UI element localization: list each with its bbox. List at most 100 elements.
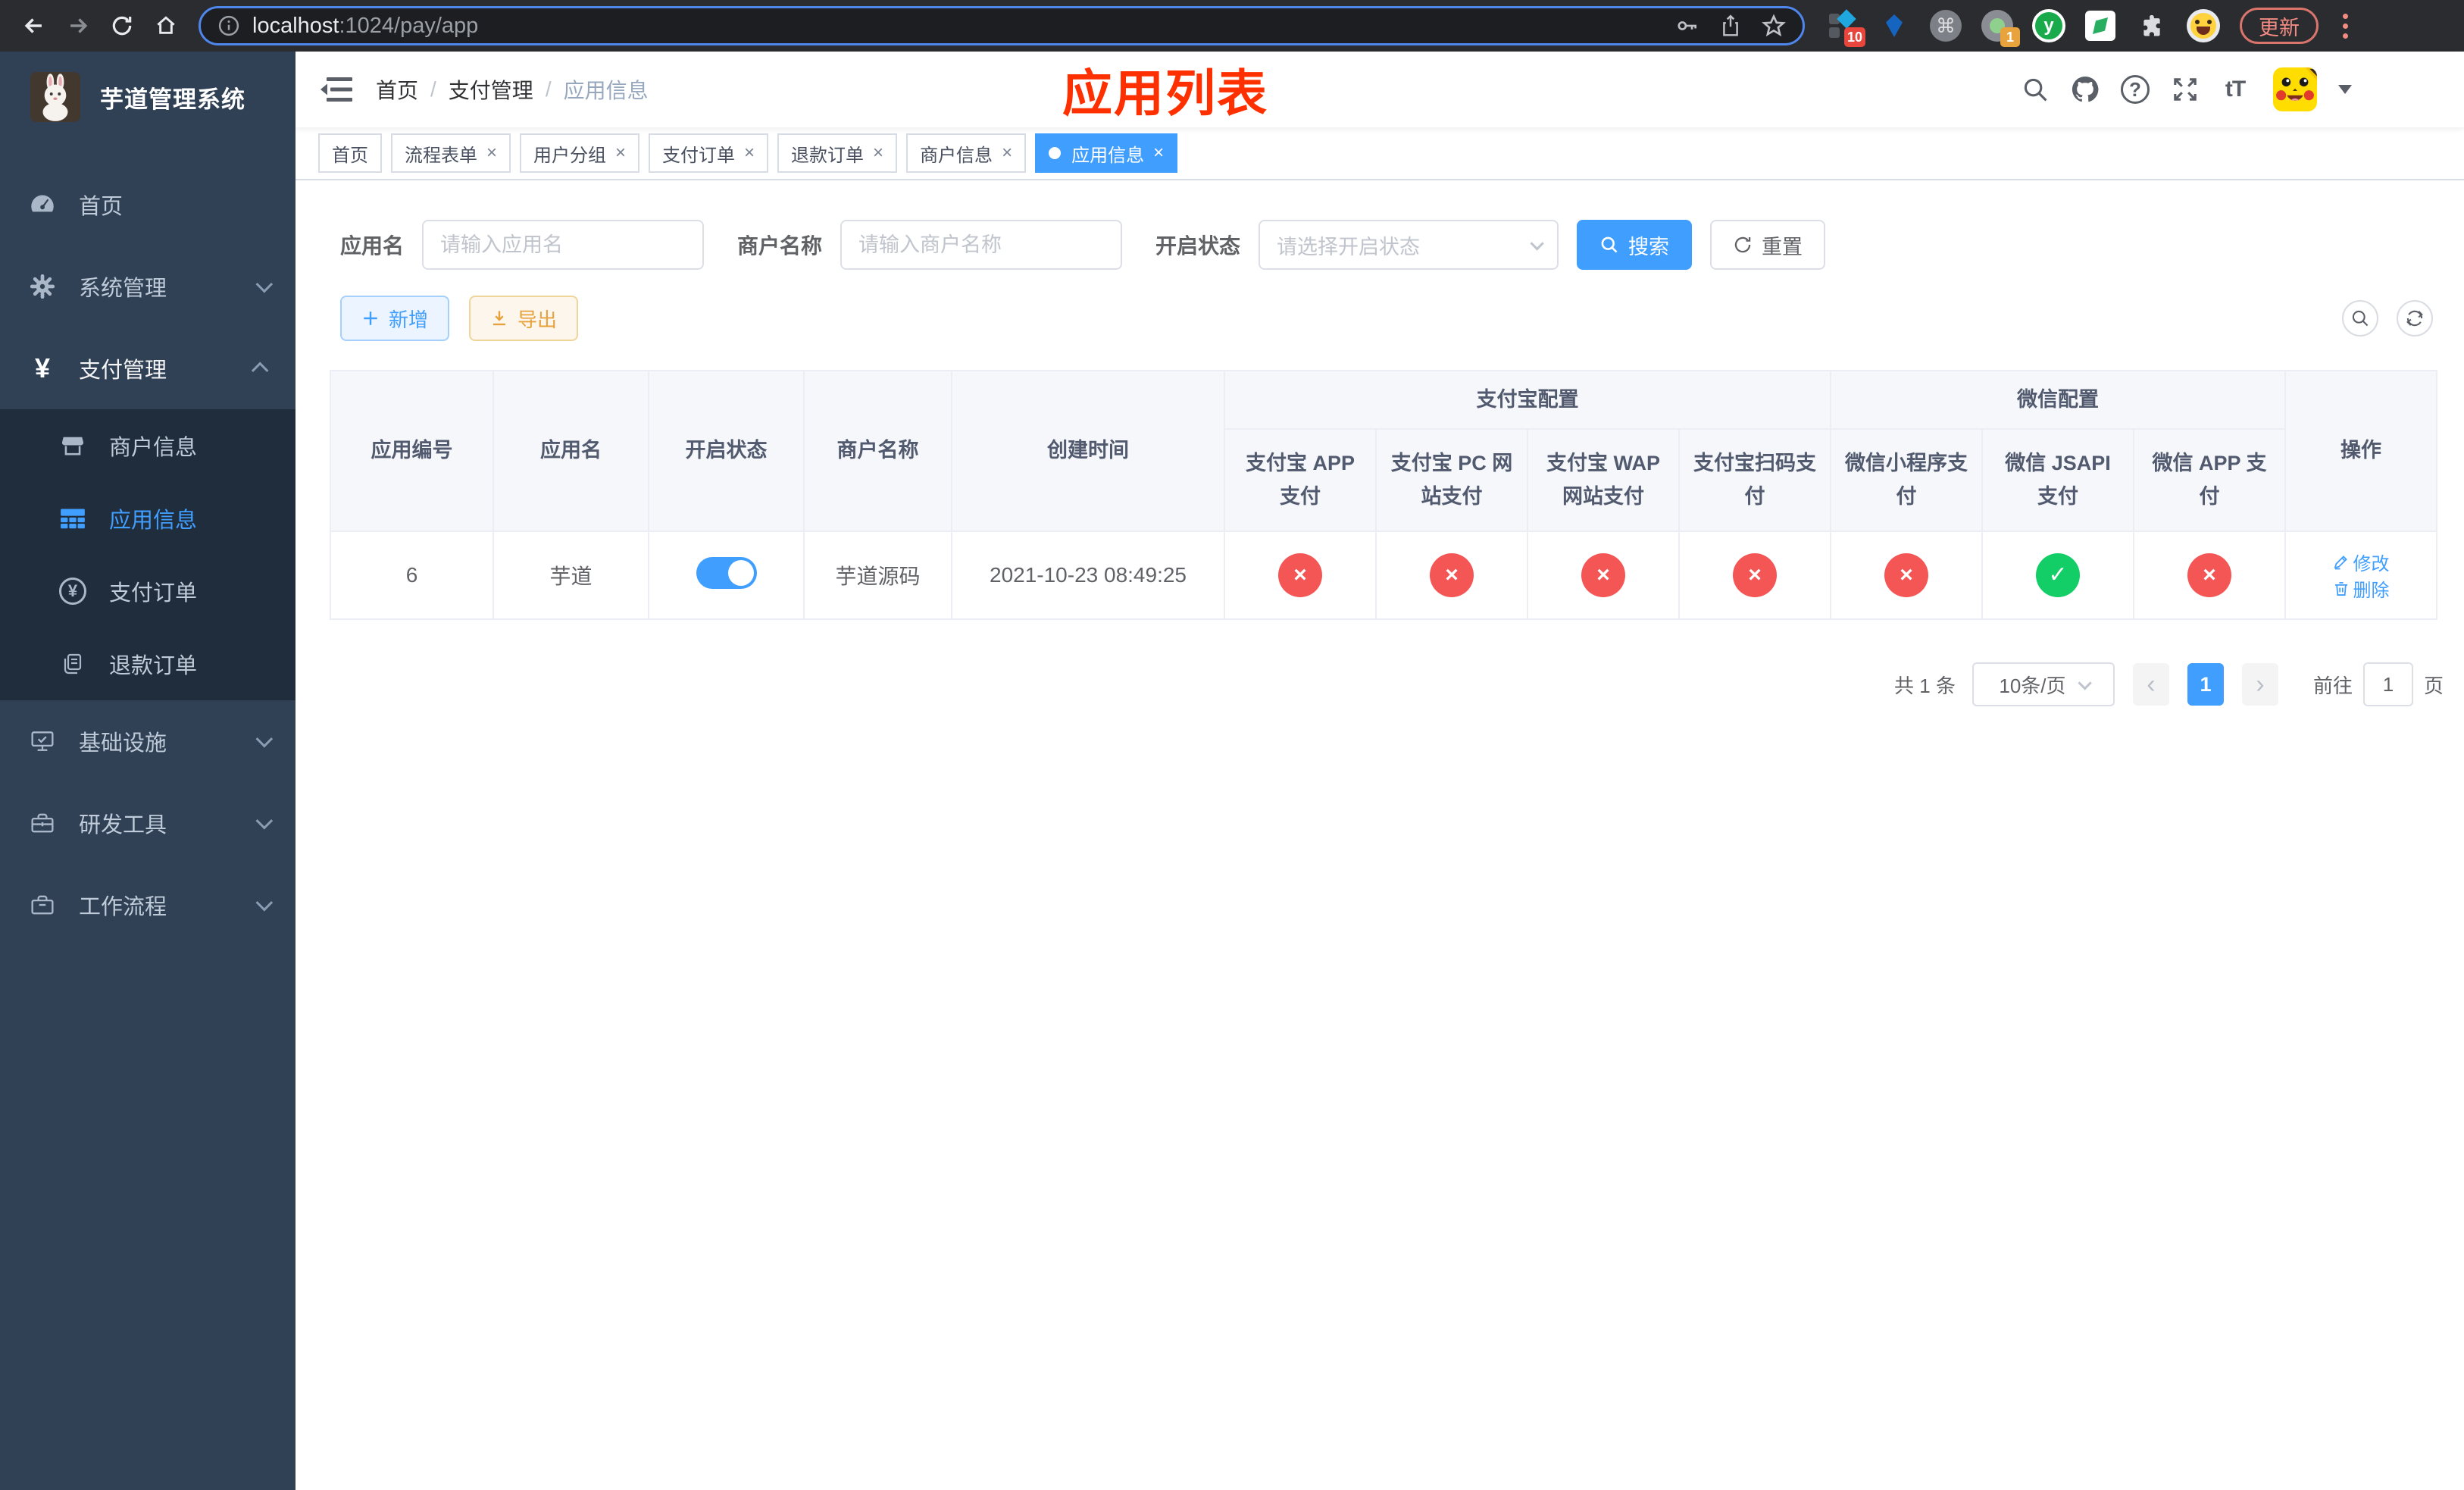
question-icon: ?	[2121, 75, 2150, 104]
tab-refund-orders[interactable]: 退款订单 ×	[777, 133, 898, 173]
cell-merchant: 芋道源码	[803, 531, 952, 620]
browser-reload-button[interactable]	[100, 6, 144, 45]
screen: localhost:1024/pay/app 10 ⌘ 1 y 更新 芋道管理系…	[0, 0, 2464, 1490]
sidebar-item-merchant-info[interactable]: 商户信息	[0, 409, 295, 482]
close-icon[interactable]: ×	[1002, 142, 1012, 164]
pagination-total: 共 1 条	[1894, 674, 1956, 697]
delete-button[interactable]: 删除	[2333, 575, 2390, 602]
tab-home[interactable]: 首页	[318, 133, 382, 173]
tab-user-group[interactable]: 用户分组 ×	[520, 133, 640, 173]
extensions-puzzle-icon[interactable]	[2135, 9, 2169, 42]
site-info-icon[interactable]	[217, 14, 240, 37]
sidebar-item-infrastructure[interactable]: 基础设施	[0, 700, 295, 782]
goto-page-input[interactable]	[2362, 662, 2413, 706]
table-toolbar: 新增 导出	[340, 296, 2433, 341]
fullscreen-icon	[2174, 78, 2197, 101]
sidebar-item-pay-orders[interactable]: ¥ 支付订单	[0, 555, 295, 628]
cell-app-id: 6	[330, 531, 494, 620]
breadcrumb-payment[interactable]: 支付管理	[449, 74, 533, 105]
browser-back-button[interactable]	[12, 6, 56, 45]
toggle-search-button[interactable]	[2342, 300, 2378, 337]
sidebar-item-app-info[interactable]: 应用信息	[0, 482, 295, 555]
y-extension-icon[interactable]: y	[2032, 9, 2065, 42]
app-logo[interactable]: 芋道管理系统	[0, 52, 295, 142]
share-icon[interactable]	[1719, 14, 1742, 38]
tampermonkey-extension-icon[interactable]: 10	[1826, 9, 1865, 47]
sidebar-item-payment[interactable]: ¥ 支付管理	[0, 327, 295, 409]
proxy-extension-icon[interactable]: 1	[1981, 9, 2020, 47]
font-size-button[interactable]: tT	[2215, 70, 2255, 109]
export-button[interactable]: 导出	[469, 296, 579, 341]
check-status-icon: ✓	[2036, 553, 2080, 597]
command-extension-icon[interactable]: ⌘	[1929, 9, 1962, 42]
sidebar-menu: 首页 系统管理 ¥ 支付管理 商户信息 应用信息 ¥ 支付订单 退款订单 基础设…	[0, 164, 295, 946]
reset-button[interactable]: 重置	[1710, 220, 1826, 270]
cross-status-icon: ×	[1430, 553, 1474, 597]
prev-page-button[interactable]: ‹	[2132, 663, 2169, 706]
grid-icon	[58, 507, 88, 530]
cell-wechat-mini: ×	[1830, 531, 1983, 620]
browser-profile-avatar[interactable]	[2187, 9, 2220, 42]
browser-forward-button[interactable]	[56, 6, 100, 45]
github-link-button[interactable]	[2065, 70, 2105, 109]
sidebar-item-home[interactable]: 首页	[0, 164, 295, 246]
app-name-input[interactable]	[422, 220, 705, 270]
sidebar-item-dev-tools[interactable]: 研发工具	[0, 782, 295, 864]
cell-create-time: 2021-10-23 08:49:25	[951, 531, 1225, 620]
merchant-name-input[interactable]	[840, 220, 1123, 270]
chevron-down-icon	[255, 894, 274, 912]
cross-status-icon: ×	[2187, 553, 2232, 597]
browser-home-button[interactable]	[144, 6, 188, 45]
sidebar-item-label: 首页	[79, 195, 124, 219]
sidebar-toggle-button[interactable]	[320, 74, 353, 105]
close-icon[interactable]: ×	[486, 142, 497, 164]
sidebar-item-refund-orders[interactable]: 退款订单	[0, 628, 295, 700]
sidebar-item-workflow[interactable]: 工作流程	[0, 864, 295, 946]
close-icon[interactable]: ×	[1153, 142, 1164, 164]
password-key-icon[interactable]	[1675, 14, 1699, 38]
yen-icon: ¥	[34, 352, 51, 383]
page-number-1[interactable]: 1	[2187, 663, 2224, 706]
avatar-caret-icon[interactable]	[2338, 85, 2352, 94]
bookmark-star-icon[interactable]	[1762, 14, 1786, 38]
close-icon[interactable]: ×	[873, 142, 883, 164]
chrome-update-button[interactable]: 更新	[2240, 8, 2319, 44]
sidebar-item-system[interactable]: 系统管理	[0, 246, 295, 327]
help-doc-button[interactable]: ?	[2115, 70, 2155, 109]
address-bar[interactable]: localhost:1024/pay/app	[199, 6, 1805, 45]
cross-status-icon: ×	[1581, 553, 1625, 597]
hamburger-icon	[321, 77, 352, 102]
header-search-button[interactable]	[2015, 70, 2055, 109]
chevron-down-icon	[255, 275, 274, 293]
monitor-icon	[27, 729, 58, 753]
url-path: :1024/pay/app	[339, 13, 479, 38]
page-size-select[interactable]: 10条/页	[1972, 662, 2115, 706]
fullscreen-button[interactable]	[2165, 70, 2205, 109]
logo-rabbit-image	[30, 72, 80, 122]
close-icon[interactable]: ×	[744, 142, 755, 164]
page-annotation-title: 应用列表	[1062, 65, 1268, 121]
close-icon[interactable]: ×	[615, 142, 626, 164]
github-icon	[2072, 76, 2099, 102]
cell-alipay-app: ×	[1224, 531, 1377, 620]
payment-submenu: 商户信息 应用信息 ¥ 支付订单 退款订单	[0, 409, 295, 700]
edit-button[interactable]: 修改	[2333, 549, 2390, 575]
tab-pay-orders[interactable]: 支付订单 ×	[649, 133, 769, 173]
breadcrumb-home[interactable]: 首页	[376, 74, 418, 105]
search-button[interactable]: 搜索	[1577, 220, 1693, 270]
next-page-button[interactable]: ›	[2241, 663, 2278, 706]
refresh-table-button[interactable]	[2397, 300, 2433, 337]
search-icon	[2352, 310, 2369, 327]
status-select[interactable]: 请选择开启状态	[1259, 220, 1559, 270]
yen-circle-icon: ¥	[58, 578, 88, 605]
add-button[interactable]: 新增	[340, 296, 450, 341]
tab-app-info[interactable]: 应用信息 ×	[1035, 133, 1178, 173]
tab-merchant-info[interactable]: 商户信息 ×	[906, 133, 1027, 173]
tab-process-form[interactable]: 流程表单 ×	[391, 133, 511, 173]
browser-menu-icon[interactable]	[2337, 11, 2354, 42]
status-toggle[interactable]	[696, 556, 757, 589]
diamond-extension-icon[interactable]	[1878, 9, 1911, 42]
chat-extension-icon[interactable]	[2084, 9, 2117, 42]
user-avatar[interactable]	[2273, 67, 2317, 111]
breadcrumb-separator: /	[430, 77, 436, 101]
